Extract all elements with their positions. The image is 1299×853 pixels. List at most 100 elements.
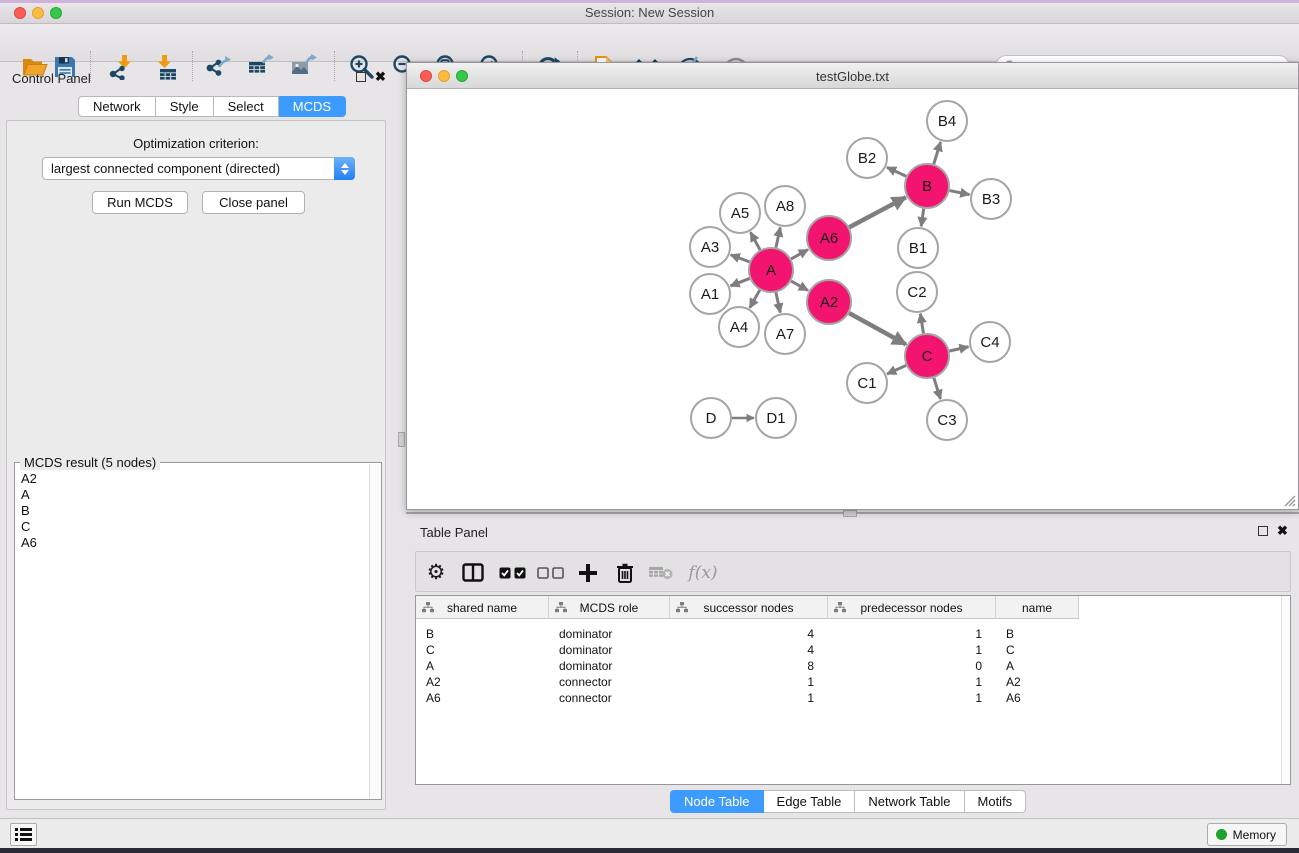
graph-node-B2[interactable]: B2: [847, 138, 887, 178]
list-item[interactable]: A2: [16, 471, 369, 487]
graph-node-C3[interactable]: C3: [927, 400, 967, 440]
delete-table-icon[interactable]: [646, 559, 676, 586]
optimization-criterion-select[interactable]: largest connected component (directed): [42, 157, 355, 180]
graph-node-A6[interactable]: A6: [807, 216, 851, 260]
graph-node-A4[interactable]: A4: [719, 307, 759, 347]
graph-node-D[interactable]: D: [691, 398, 731, 438]
table-cell[interactable]: 1: [828, 626, 996, 642]
table-cell[interactable]: A6: [416, 690, 549, 706]
graph-edge-C-C3[interactable]: [934, 378, 941, 399]
graph-edge-C-C2[interactable]: [920, 314, 923, 334]
graph-node-C2[interactable]: C2: [897, 272, 937, 312]
column-header-successor-nodes[interactable]: successor nodes: [670, 596, 828, 619]
table-settings-gear-icon[interactable]: ⚙: [421, 559, 451, 586]
table-cell[interactable]: dominator: [549, 626, 670, 642]
table-cell[interactable]: 1: [670, 674, 828, 690]
table-cell[interactable]: B: [416, 626, 549, 642]
graph-node-A7[interactable]: A7: [765, 314, 805, 354]
graph-node-C1[interactable]: C1: [847, 363, 887, 403]
close-panel-button[interactable]: Close panel: [202, 191, 305, 214]
import-network-icon[interactable]: [104, 52, 136, 82]
graph-node-C[interactable]: C: [905, 334, 949, 378]
show-column-panel-icon[interactable]: [458, 559, 488, 586]
table-row[interactable]: Bdominator41B: [416, 626, 1079, 642]
close-panel-icon[interactable]: ✖: [375, 72, 386, 82]
graph-node-C4[interactable]: C4: [970, 322, 1010, 362]
list-item[interactable]: A6: [16, 535, 369, 551]
graph-node-B[interactable]: B: [905, 164, 949, 208]
table-cell[interactable]: C: [416, 642, 549, 658]
table-row[interactable]: A6connector11A6: [416, 690, 1079, 706]
graph-edge-A-A8[interactable]: [776, 227, 780, 247]
create-column-plus-icon[interactable]: [573, 559, 603, 586]
tab-select[interactable]: Select: [214, 96, 279, 117]
unselect-all-columns-icon[interactable]: [535, 559, 565, 586]
table-cell[interactable]: A2: [416, 674, 549, 690]
table-cell[interactable]: 4: [670, 626, 828, 642]
list-item[interactable]: B: [16, 503, 369, 519]
table-row[interactable]: Adominator80A: [416, 658, 1079, 674]
table-cell[interactable]: 1: [670, 690, 828, 706]
horizontal-splitter-handle[interactable]: [843, 510, 857, 517]
table-cell[interactable]: A2: [996, 674, 1079, 690]
graph-edge-A-A4[interactable]: [750, 290, 760, 308]
graph-edge-A6-B[interactable]: [849, 197, 905, 227]
export-table-icon[interactable]: [245, 52, 277, 82]
export-image-icon[interactable]: [288, 52, 320, 82]
function-builder-icon[interactable]: f(x): [683, 559, 723, 586]
table-cell[interactable]: A: [416, 658, 549, 674]
resize-grip-icon[interactable]: [1282, 493, 1296, 507]
graph-edge-A2-C[interactable]: [849, 313, 906, 344]
graph-edge-B-B4[interactable]: [934, 142, 941, 164]
run-mcds-button[interactable]: Run MCDS: [92, 191, 188, 214]
table-cell[interactable]: A: [996, 658, 1079, 674]
graph-node-A8[interactable]: A8: [765, 186, 805, 226]
mcds-list-scrollbar[interactable]: [369, 464, 380, 798]
tab-mcds[interactable]: MCDS: [279, 96, 346, 117]
graph-node-A5[interactable]: A5: [720, 193, 760, 233]
delete-column-trash-icon[interactable]: [610, 559, 640, 586]
close-table-panel-icon[interactable]: ✖: [1277, 526, 1288, 536]
graph-edge-B-B3[interactable]: [950, 191, 970, 195]
graph-edge-A-A6[interactable]: [791, 250, 808, 259]
tab-network-table[interactable]: Network Table: [855, 790, 964, 813]
float-table-panel-icon[interactable]: [1258, 526, 1268, 536]
graph-edge-C-C4[interactable]: [949, 347, 968, 351]
table-cell[interactable]: C: [996, 642, 1079, 658]
list-item[interactable]: A: [16, 487, 369, 503]
graph-edge-B-B2[interactable]: [887, 167, 906, 176]
graph-edge-A-A5[interactable]: [751, 232, 761, 249]
vertical-splitter-handle[interactable]: [398, 432, 405, 447]
tab-style[interactable]: Style: [156, 96, 214, 117]
import-table-icon[interactable]: [149, 52, 181, 82]
table-row[interactable]: Cdominator41C: [416, 642, 1079, 658]
graph-edge-C-C1[interactable]: [887, 365, 906, 374]
network-canvas[interactable]: B4B2BB3A5A8A6B1A3AC2A1A2A4A7C4CC1C3DD1: [407, 89, 1298, 509]
panel-list-button[interactable]: [10, 823, 37, 846]
table-scrollbar[interactable]: [1281, 596, 1290, 784]
table-row[interactable]: A2connector11A2: [416, 674, 1079, 690]
table-cell[interactable]: dominator: [549, 658, 670, 674]
graph-edge-A-A2[interactable]: [791, 281, 808, 290]
tab-network[interactable]: Network: [78, 96, 156, 117]
graph-node-A1[interactable]: A1: [690, 274, 730, 314]
graph-edge-A-A7[interactable]: [776, 292, 780, 312]
graph-edge-B-B1[interactable]: [921, 209, 924, 226]
tab-node-table[interactable]: Node Table: [670, 790, 764, 813]
export-network-icon[interactable]: [202, 52, 234, 82]
column-header-predecessor-nodes[interactable]: predecessor nodes: [828, 596, 996, 619]
graph-edge-A-A1[interactable]: [730, 278, 749, 286]
float-panel-icon[interactable]: [356, 72, 366, 82]
column-header-shared-name[interactable]: shared name: [416, 596, 549, 619]
graph-node-A[interactable]: A: [749, 248, 793, 292]
table-cell[interactable]: 0: [828, 658, 996, 674]
table-cell[interactable]: 1: [828, 674, 996, 690]
table-cell[interactable]: B: [996, 626, 1079, 642]
graph-node-B1[interactable]: B1: [898, 228, 938, 268]
network-window-titlebar[interactable]: testGlobe.txt: [407, 63, 1298, 89]
graph-node-B4[interactable]: B4: [927, 101, 967, 141]
table-cell[interactable]: 1: [828, 642, 996, 658]
column-header-name[interactable]: name: [996, 596, 1079, 619]
tab-motifs[interactable]: Motifs: [965, 790, 1027, 813]
graph-edge-A-A3[interactable]: [731, 255, 750, 262]
